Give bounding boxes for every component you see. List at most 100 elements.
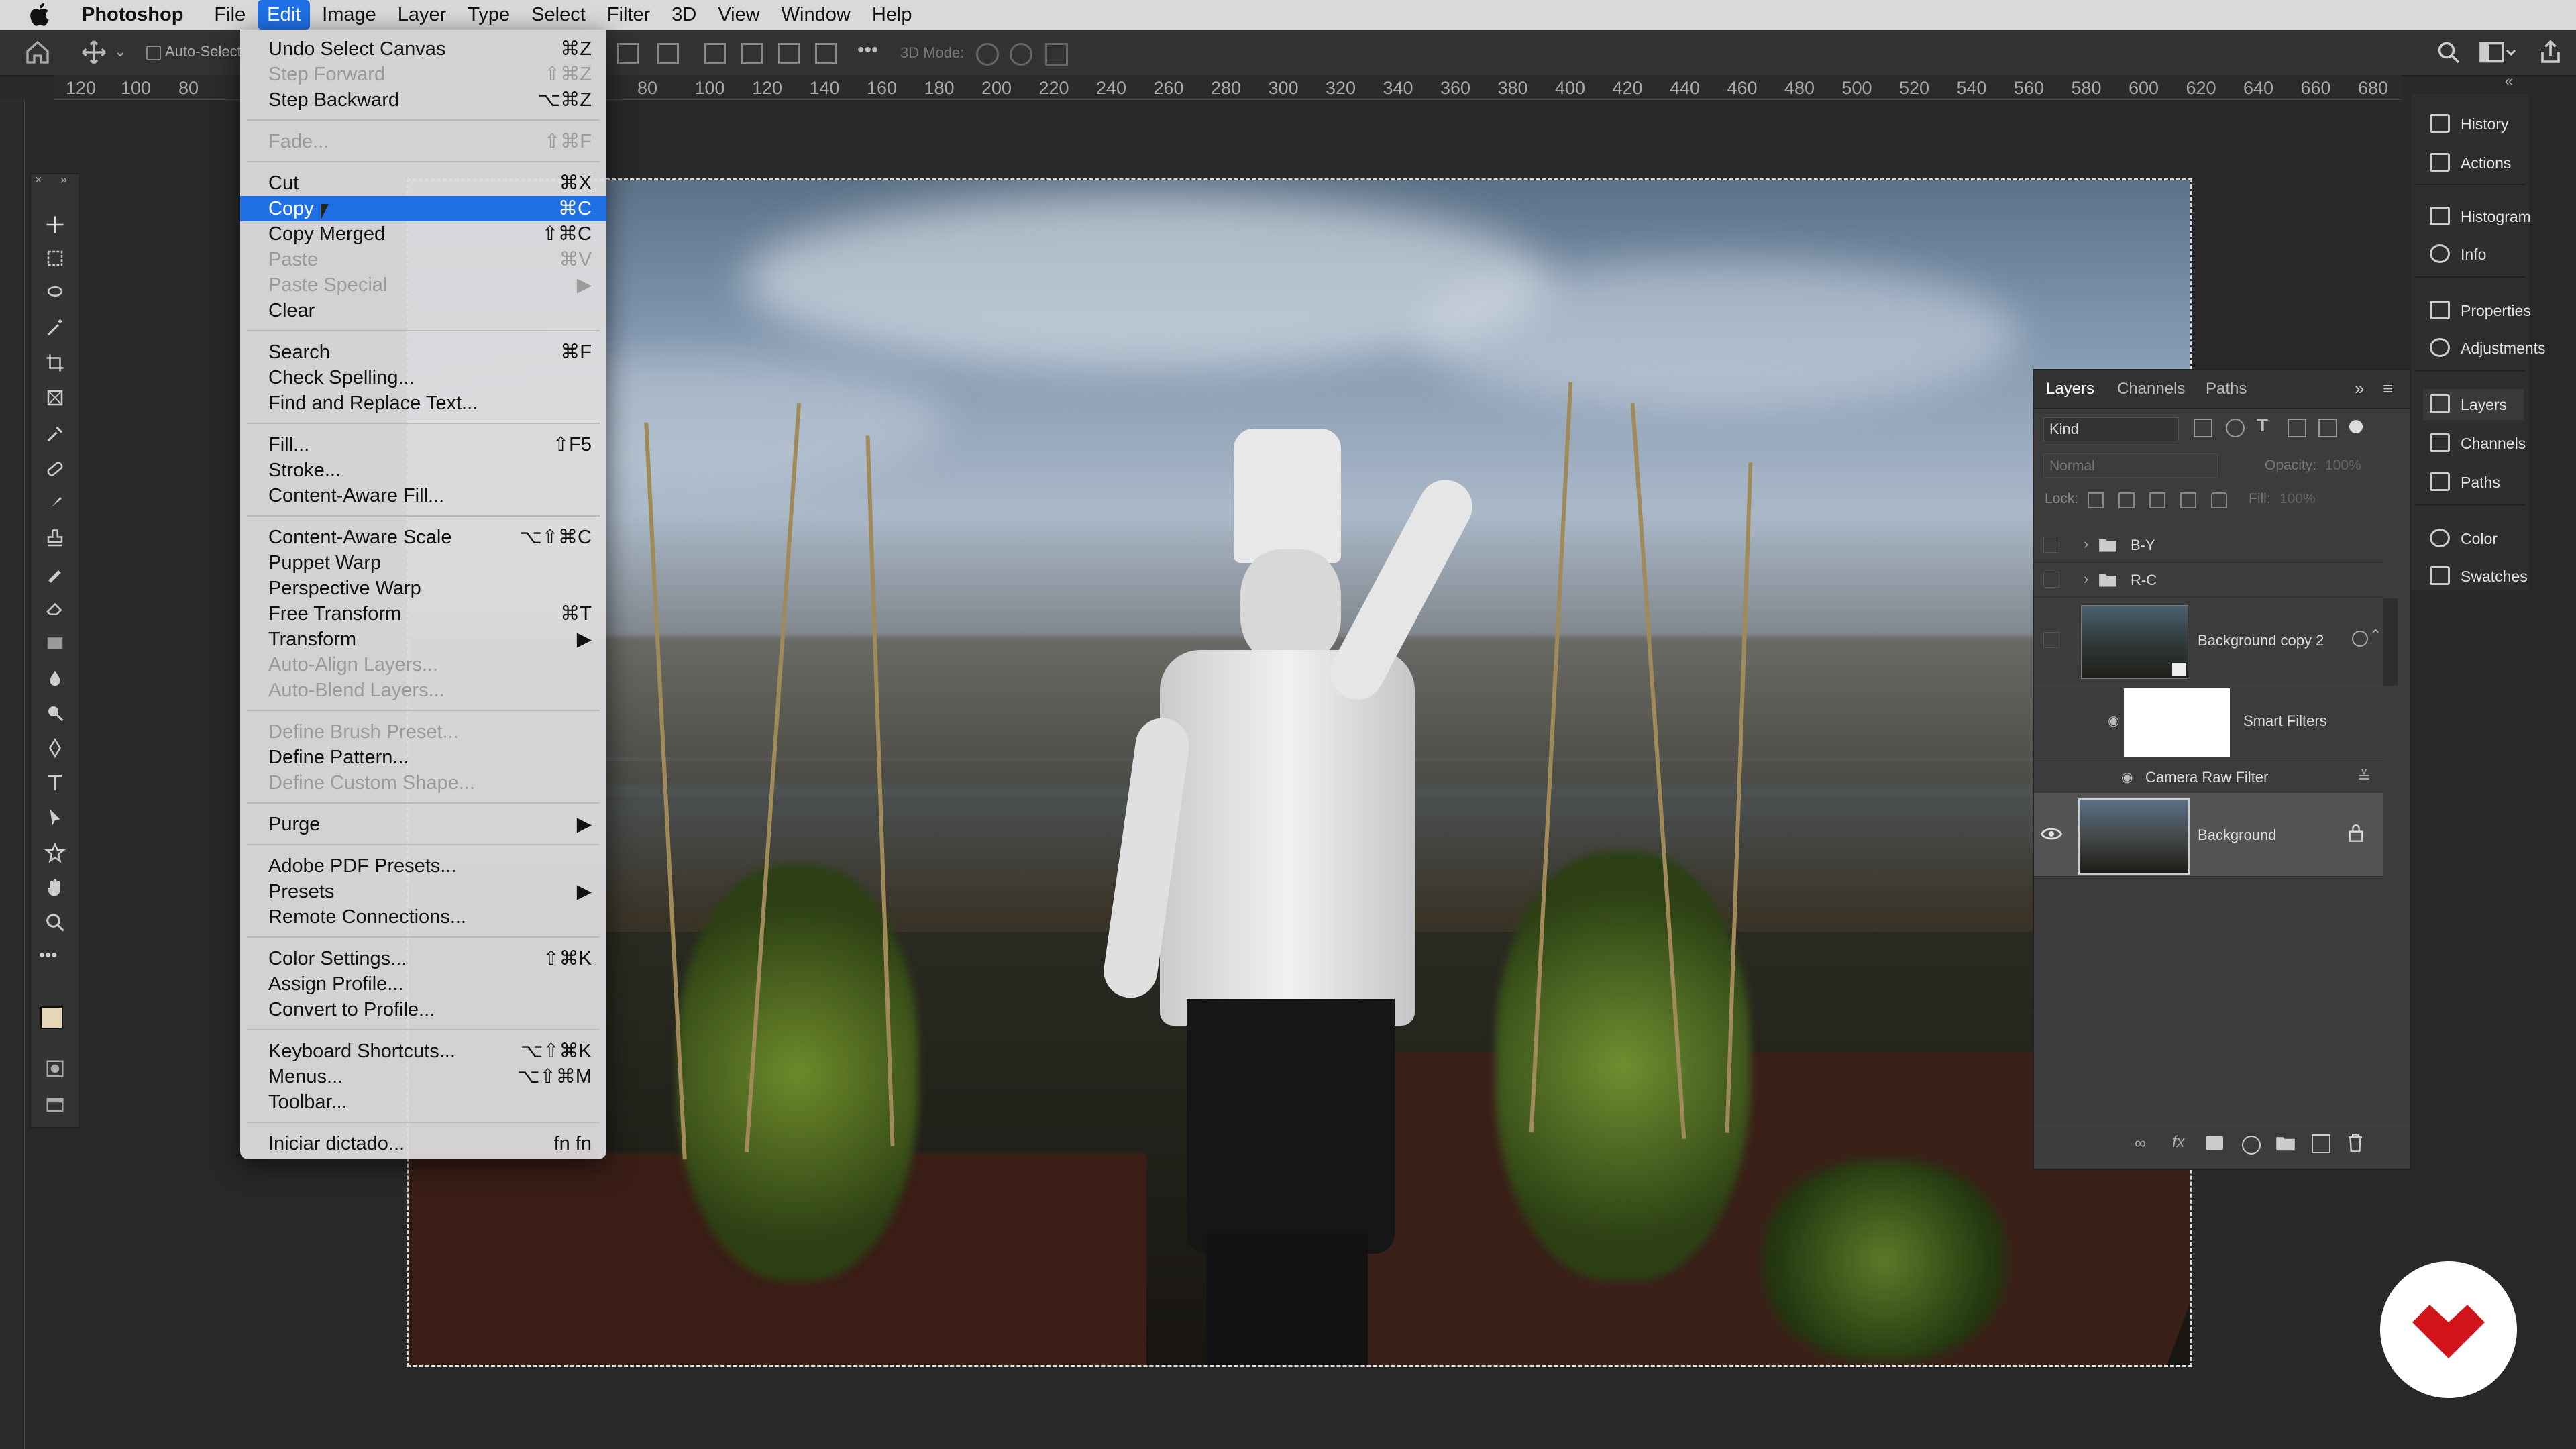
edit-toolbar-icon[interactable]: •••	[39, 945, 57, 965]
dock-item-history[interactable]: History	[2423, 109, 2524, 140]
magic-wand-tool-icon[interactable]	[42, 318, 68, 338]
apple-icon[interactable]	[25, 0, 55, 30]
link-layers-icon[interactable]: ∞	[2135, 1134, 2146, 1153]
menu-image[interactable]: Image	[313, 0, 386, 30]
layer-row-camera-raw-filter[interactable]: ◉ Camera Raw Filter ≚	[2034, 762, 2383, 792]
menu-item-stroke[interactable]: Stroke...	[240, 458, 606, 483]
menu-item-keyboard-shortcuts[interactable]: Keyboard Shortcuts... ⌥⇧⌘K	[240, 1038, 606, 1064]
menu-item-define-pattern[interactable]: Define Pattern...	[240, 745, 606, 770]
type-tool-icon[interactable]	[42, 773, 68, 793]
tab-paths[interactable]: Paths	[2206, 380, 2247, 398]
layer-row-group-by[interactable]: › B-Y	[2034, 529, 2383, 563]
eye-icon[interactable]	[2041, 826, 2062, 841]
eye-icon[interactable]: ◉	[2108, 712, 2119, 729]
menu-item-perspective-warp[interactable]: Perspective Warp	[240, 576, 606, 601]
pen-tool-icon[interactable]	[42, 738, 68, 758]
eraser-tool-icon[interactable]	[42, 598, 68, 619]
lock-artboard-icon[interactable]	[2180, 492, 2196, 508]
align-middle-icon[interactable]	[741, 43, 763, 64]
close-panel-icon[interactable]: ×	[35, 173, 42, 187]
layer-filter-select[interactable]: Kind	[2043, 417, 2179, 441]
tool-preset-chevron-icon[interactable]: ⌄	[114, 43, 126, 60]
dock-item-histogram[interactable]: Histogram	[2423, 201, 2531, 232]
lock-all-icon[interactable]	[2211, 492, 2227, 508]
align-left-icon[interactable]	[617, 43, 639, 64]
blur-tool-icon[interactable]	[42, 668, 68, 688]
align-top-icon[interactable]	[704, 43, 726, 64]
layers-scrollbar[interactable]	[2383, 598, 2398, 686]
align-bottom-icon[interactable]	[778, 43, 800, 64]
menu-window[interactable]: Window	[772, 0, 860, 30]
expand-chevron-icon[interactable]: ›	[2084, 570, 2088, 588]
dodge-tool-icon[interactable]	[42, 703, 68, 723]
fill-value[interactable]: 100%	[2279, 491, 2316, 507]
filter-type-icon[interactable]: T	[2257, 415, 2268, 436]
crop-tool-icon[interactable]	[42, 353, 68, 373]
eyedropper-tool-icon[interactable]	[42, 424, 68, 444]
new-group-icon[interactable]	[2275, 1134, 2296, 1152]
foreground-color-swatch[interactable]	[40, 1006, 63, 1029]
add-mask-icon[interactable]	[2206, 1136, 2223, 1150]
visibility-toggle[interactable]	[2043, 572, 2059, 588]
screen-mode-icon[interactable]	[42, 1095, 68, 1115]
menu-view[interactable]: View	[708, 0, 769, 30]
layer-row-background-copy-2[interactable]: Background copy 2 ⌃	[2034, 598, 2383, 682]
menu-layer[interactable]: Layer	[388, 0, 456, 30]
dock-item-paths[interactable]: Paths	[2423, 467, 2524, 498]
menu-item-assign-profile[interactable]: Assign Profile...	[240, 971, 606, 997]
menu-item-undo-select-canvas[interactable]: Undo Select Canvas ⌘Z	[240, 36, 606, 62]
gradient-tool-icon[interactable]	[42, 633, 68, 653]
dock-item-properties[interactable]: Properties	[2423, 295, 2531, 326]
lock-position-icon[interactable]	[2149, 492, 2165, 508]
menu-item-adobe-pdf-presets[interactable]: Adobe PDF Presets...	[240, 853, 606, 879]
menu-item-copy[interactable]: Copy ⌘C	[240, 196, 606, 221]
collapse-panel-icon[interactable]: »	[60, 173, 67, 187]
menu-item-menus[interactable]: Menus... ⌥⇧⌘M	[240, 1064, 606, 1089]
opacity-value[interactable]: 100%	[2325, 458, 2361, 474]
lasso-tool-icon[interactable]	[42, 283, 68, 303]
3d-roll-icon[interactable]	[1010, 43, 1032, 66]
menu-filter[interactable]: Filter	[598, 0, 659, 30]
align-center-icon[interactable]	[657, 43, 679, 64]
brush-tool-icon[interactable]	[42, 494, 68, 514]
adjustment-layer-icon[interactable]	[2242, 1136, 2261, 1155]
menu-item-purge[interactable]: Purge ▶	[240, 812, 606, 837]
filter-pixel-icon[interactable]	[2194, 419, 2212, 437]
menu-item-content-aware-scale[interactable]: Content-Aware Scale ⌥⇧⌘C	[240, 525, 606, 550]
expand-chevron-icon[interactable]: ›	[2084, 535, 2088, 553]
collapse-dock-icon[interactable]: «	[2505, 72, 2513, 90]
dock-item-actions[interactable]: Actions	[2423, 148, 2524, 178]
smart-filter-link-icon[interactable]	[2352, 631, 2368, 647]
path-selection-tool-icon[interactable]	[42, 808, 68, 828]
filter-toggle-icon[interactable]	[2349, 420, 2363, 433]
layer-row-smart-filters[interactable]: ◉ Smart Filters	[2034, 683, 2383, 761]
tab-channels[interactable]: Channels	[2117, 380, 2185, 398]
visibility-toggle[interactable]	[2043, 537, 2059, 553]
workspace-icon[interactable]	[2478, 40, 2516, 64]
custom-shape-tool-icon[interactable]	[42, 843, 68, 863]
filter-shape-icon[interactable]	[2288, 419, 2306, 437]
menu-item-fill[interactable]: Fill... ⇧F5	[240, 432, 606, 458]
move-tool-icon[interactable]	[80, 39, 107, 66]
distribute-icon[interactable]	[815, 43, 837, 64]
hand-tool-icon[interactable]	[42, 877, 68, 898]
menu-item-iniciar-dictado[interactable]: Iniciar dictado... fn fn	[240, 1131, 606, 1157]
quick-mask-icon[interactable]	[42, 1059, 68, 1079]
dock-item-color[interactable]: Color	[2423, 523, 2524, 554]
menu-select[interactable]: Select	[522, 0, 595, 30]
menu-item-check-spelling[interactable]: Check Spelling...	[240, 365, 606, 390]
menu-item-transform[interactable]: Transform ▶	[240, 627, 606, 652]
menu-file[interactable]: File	[205, 0, 255, 30]
menu-item-puppet-warp[interactable]: Puppet Warp	[240, 550, 606, 576]
menu-item-toolbar[interactable]: Toolbar...	[240, 1089, 606, 1115]
panel-menu-icon[interactable]: ≡	[2383, 378, 2393, 399]
dock-item-adjustments[interactable]: Adjustments	[2423, 333, 2546, 364]
more-options-icon[interactable]: •••	[857, 39, 879, 62]
menu-item-cut[interactable]: Cut ⌘X	[240, 170, 606, 196]
filter-adjustment-icon[interactable]	[2226, 419, 2245, 437]
menu-item-remote-connections[interactable]: Remote Connections...	[240, 904, 606, 930]
menu-item-content-aware-fill[interactable]: Content-Aware Fill...	[240, 483, 606, 508]
3d-pan-icon[interactable]	[1045, 43, 1068, 66]
dock-item-layers[interactable]: Layers	[2423, 389, 2524, 420]
eye-icon[interactable]: ◉	[2121, 769, 2133, 786]
